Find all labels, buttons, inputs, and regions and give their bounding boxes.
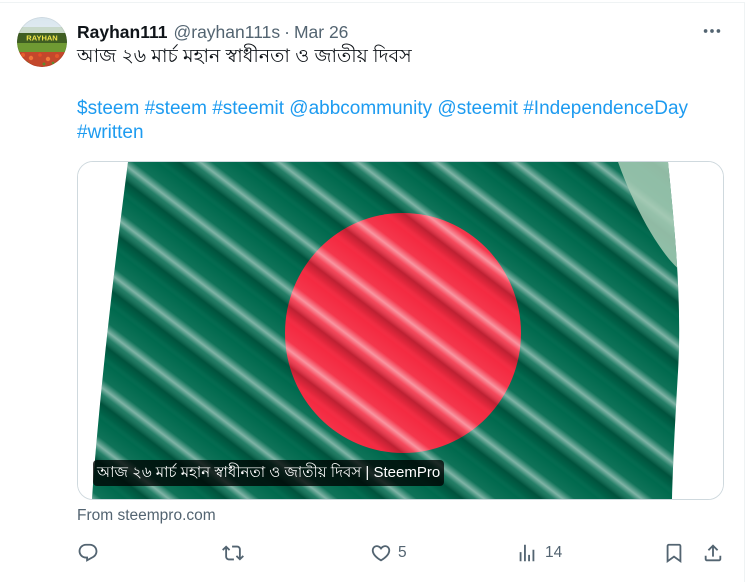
heart-icon: [371, 545, 391, 562]
tweet-date[interactable]: Mar 26: [294, 21, 348, 43]
card-title: আজ ২৬ মার্চ মহান স্বাধীনতা ও জাতীয় দিবস…: [93, 460, 445, 486]
like-count: 5: [398, 544, 407, 561]
mention-link[interactable]: @steemit: [437, 98, 518, 119]
card-source-link[interactable]: From steempro.com: [77, 506, 216, 526]
tweet-text: আজ ২৬ মার্চ মহান স্বাধীনতা ও জাতীয় দিবস: [77, 46, 412, 67]
tweet-hashtags: $steem #steem #steemit @abbcommunity @st…: [77, 97, 724, 145]
bookmark-button[interactable]: [663, 542, 685, 564]
tweet-header: Rayhan111 @rayhan111s · Mar 26: [77, 21, 348, 43]
reply-icon: [78, 543, 98, 562]
views-button[interactable]: 14: [516, 542, 562, 564]
share-icon: [704, 544, 722, 562]
retweet-button[interactable]: [222, 542, 244, 564]
bookmark-icon: [666, 543, 682, 564]
tweet[interactable]: RAYHAN Rayhan111 @rayhan111s · Mar 26 আজ…: [0, 0, 746, 582]
hashtag-link[interactable]: #steemit: [212, 98, 284, 119]
user-handle[interactable]: @rayhan111s: [173, 21, 280, 43]
avatar[interactable]: RAYHAN: [17, 17, 67, 67]
hashtag-link[interactable]: #written: [77, 122, 144, 143]
avatar-logo-text: RAYHAN: [26, 34, 57, 43]
more-horizontal-icon: [703, 29, 721, 33]
hashtag-link[interactable]: #IndependenceDay: [523, 98, 688, 119]
more-button[interactable]: [701, 20, 723, 42]
like-button[interactable]: 5: [370, 542, 407, 564]
retweet-icon: [222, 545, 244, 561]
card-image: [78, 162, 723, 499]
share-button[interactable]: [702, 542, 724, 564]
hashtag-link[interactable]: #steem: [145, 98, 207, 119]
views-count: 14: [545, 544, 563, 561]
flag-fold-shading: [92, 162, 680, 499]
cashtag-link[interactable]: $steem: [77, 98, 139, 119]
display-name[interactable]: Rayhan111: [77, 21, 167, 43]
link-card[interactable]: আজ ২৬ মার্চ মহান স্বাধীনতা ও জাতীয় দিবস…: [77, 161, 724, 500]
views-icon: [519, 544, 535, 562]
header-separator: ·: [284, 22, 290, 42]
avatar-image: RAYHAN: [17, 17, 67, 67]
reply-button[interactable]: [77, 542, 99, 564]
mention-link[interactable]: @abbcommunity: [289, 98, 432, 119]
